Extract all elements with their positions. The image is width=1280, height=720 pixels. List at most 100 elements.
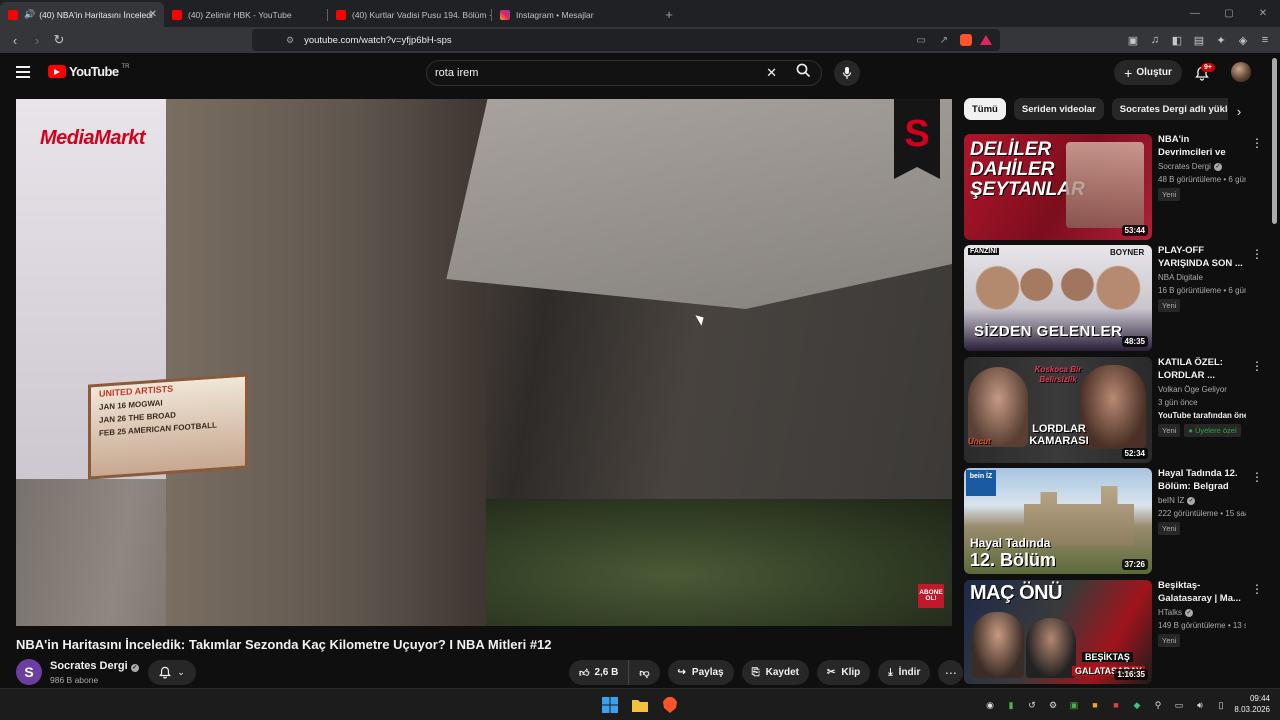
- sidebar-toggle-icon[interactable]: ▣: [1124, 29, 1142, 51]
- download-button[interactable]: ⤓ İndir: [878, 660, 931, 685]
- chevron-right-icon[interactable]: ›: [1230, 102, 1248, 120]
- system-clock[interactable]: 09:44 8.03.2026: [1226, 693, 1270, 715]
- search-icon[interactable]: [796, 63, 811, 83]
- browser-tab-active[interactable]: 🔊 (40) NBA'in Haritasını İnceledi ✕: [0, 2, 164, 27]
- share-icon: ↪: [677, 667, 686, 678]
- close-window-icon[interactable]: ✕: [1246, 0, 1280, 27]
- channel-name[interactable]: beIN İZ ✓: [1158, 496, 1246, 505]
- brave-rewards-icon[interactable]: [980, 35, 992, 45]
- tray-app-icon[interactable]: ◉: [982, 697, 998, 713]
- video-frame-awning: [446, 99, 952, 309]
- browser-tab[interactable]: (40) Zelimir HBK - YouTube: [164, 2, 328, 27]
- menu-icon[interactable]: ≡: [1256, 29, 1274, 51]
- video-title[interactable]: PLAY-OFF YARIŞINDA SON ...: [1158, 245, 1246, 270]
- video-thumbnail[interactable]: MAÇ ÖNÜ BEŞİKTAŞ GALATASARAY 1:16:35: [964, 580, 1152, 684]
- chip-all[interactable]: Tümü: [964, 98, 1006, 120]
- tray-app-icon[interactable]: ▮: [1003, 697, 1019, 713]
- channel-avatar[interactable]: S: [16, 659, 42, 685]
- channel-name[interactable]: HTalks ✓: [1158, 608, 1246, 617]
- new-badge: Yeni: [1158, 188, 1181, 201]
- channel-name[interactable]: Volkan Öge Geliyor: [1158, 385, 1246, 394]
- thumbnail-text: 12. Bölüm: [970, 550, 1057, 570]
- tray-app-icon[interactable]: ↺: [1024, 697, 1040, 713]
- youtube-logo[interactable]: YouTube TR: [48, 64, 129, 79]
- reload-icon[interactable]: ↻: [48, 29, 70, 51]
- video-thumbnail[interactable]: DELİLER DAHİLER ŞEYTANLAR 53:44: [964, 134, 1152, 240]
- channel-name-text: Socrates Dergi: [50, 660, 128, 672]
- video-title[interactable]: Hayal Tadında 12. Bölüm: Belgrad: [1158, 468, 1246, 493]
- channel-name[interactable]: Socrates Dergi ✓: [1158, 162, 1246, 171]
- recommended-video[interactable]: FANZİNİ BOYNER SİZDEN GELENLER 48:35 PLA…: [964, 245, 1264, 351]
- leo-ai-icon[interactable]: ✦: [1212, 29, 1230, 51]
- volume-icon[interactable]: 🔊︎: [1192, 697, 1208, 713]
- channel-name[interactable]: NBA Digitale: [1158, 273, 1246, 282]
- brave-shields-icon[interactable]: [960, 34, 972, 46]
- forward-icon[interactable]: ›: [26, 29, 48, 51]
- recommended-video[interactable]: DELİLER DAHİLER ŞEYTANLAR 53:44 NBA'in D…: [964, 134, 1264, 240]
- account-avatar[interactable]: [1231, 62, 1251, 82]
- browser-tab[interactable]: Instagram • Mesajlar: [492, 2, 656, 27]
- new-tab-button[interactable]: +: [656, 2, 682, 27]
- music-icon[interactable]: ♫: [1146, 29, 1164, 51]
- video-title[interactable]: KATILA ÖZEL: LORDLAR ...: [1158, 357, 1246, 382]
- more-vertical-icon[interactable]: ⋮: [1250, 359, 1264, 373]
- tray-app-icon[interactable]: ⚲: [1150, 697, 1166, 713]
- chip-uploader[interactable]: Socrates Dergi adlı yükleyici: [1111, 98, 1228, 120]
- more-vertical-icon[interactable]: ⋮: [1250, 582, 1264, 596]
- search-input[interactable]: [427, 67, 747, 79]
- save-button[interactable]: ⎘ Kaydet: [741, 660, 809, 685]
- create-button[interactable]: + Oluştur: [1114, 60, 1182, 85]
- video-thumbnail[interactable]: Koskoca Bir Belirsizlik LORDLAR KAMARASI…: [964, 357, 1152, 463]
- video-title[interactable]: NBA'in Devrimcileri ve İmza ...: [1158, 134, 1246, 159]
- video-thumbnail[interactable]: FANZİNİ BOYNER SİZDEN GELENLER 48:35: [964, 245, 1152, 351]
- chip-series[interactable]: Seriden videolar: [1013, 98, 1104, 120]
- close-tab-icon[interactable]: ✕: [149, 9, 157, 20]
- back-icon[interactable]: ‹: [4, 29, 26, 51]
- clear-search-icon[interactable]: ✕: [766, 65, 777, 81]
- subscribe-overlay-button[interactable]: ABONE OL!: [918, 584, 944, 608]
- dislike-button[interactable]: 👎︎: [629, 667, 659, 679]
- vpn-shield-icon[interactable]: ◈: [1234, 29, 1252, 51]
- network-icon[interactable]: ▭: [1171, 697, 1187, 713]
- channel-name[interactable]: Socrates Dergi ✓: [50, 660, 139, 672]
- more-vertical-icon[interactable]: ⋮: [1250, 470, 1264, 484]
- reader-icon[interactable]: ◧: [1168, 29, 1186, 51]
- site-info-icon[interactable]: ⚙: [286, 35, 294, 46]
- cast-icon[interactable]: ▭: [917, 35, 926, 46]
- page-scrollbar[interactable]: [1272, 58, 1277, 224]
- notification-count-badge: 9+: [1201, 63, 1215, 72]
- more-vertical-icon[interactable]: ⋮: [1250, 136, 1264, 150]
- subscribed-notifications-button[interactable]: ⌄: [148, 660, 196, 685]
- tray-app-icon[interactable]: ⚙: [1045, 697, 1061, 713]
- share-page-icon[interactable]: ↗: [940, 35, 948, 46]
- video-player[interactable]: UNITED ARTISTS JAN 16 MOGWAI JAN 26 THE …: [16, 99, 952, 626]
- video-title[interactable]: Beşiktaş-Galatasaray | Ma...: [1158, 580, 1246, 605]
- recommended-video[interactable]: MAÇ ÖNÜ BEŞİKTAŞ GALATASARAY 1:16:35 Beş…: [964, 580, 1264, 686]
- minimize-icon[interactable]: —: [1178, 0, 1212, 27]
- share-button[interactable]: ↪ Paylaş: [667, 660, 734, 685]
- more-actions-button[interactable]: ⋯: [938, 660, 964, 685]
- brave-browser-icon[interactable]: [660, 695, 680, 715]
- tray-app-icon[interactable]: ▣: [1066, 697, 1082, 713]
- wallet-icon[interactable]: ▤: [1190, 29, 1208, 51]
- address-bar[interactable]: ⚙ youtube.com/watch?v=yfjp6bH-sps ▭ ↗: [252, 29, 1000, 51]
- tray-app-icon[interactable]: ■: [1108, 697, 1124, 713]
- save-label: Kaydet: [765, 667, 799, 678]
- maximize-icon[interactable]: ▢: [1212, 0, 1246, 27]
- file-explorer-icon[interactable]: [630, 695, 650, 715]
- voice-search-button[interactable]: [834, 60, 860, 86]
- recommended-video[interactable]: Koskoca Bir Belirsizlik LORDLAR KAMARASI…: [964, 357, 1264, 463]
- windows-start-icon[interactable]: [600, 695, 620, 715]
- like-button[interactable]: 👍︎ 2,6 B: [569, 660, 630, 685]
- tray-app-icon[interactable]: ◆: [1129, 697, 1145, 713]
- clip-button[interactable]: ✂ Klip: [816, 660, 871, 685]
- recommended-video[interactable]: bein İZ Hayal Tadında 12. Bölüm 37:26 Ha…: [964, 468, 1264, 574]
- thumbnail-text: bein İZ: [966, 470, 996, 496]
- more-vertical-icon[interactable]: ⋮: [1250, 247, 1264, 261]
- like-count: 2,6 B: [594, 667, 619, 678]
- video-thumbnail[interactable]: bein İZ Hayal Tadında 12. Bölüm 37:26: [964, 468, 1152, 574]
- tray-app-icon[interactable]: ■: [1087, 697, 1103, 713]
- browser-tab[interactable]: (40) Kurtlar Vadisi Pusu 194. Bölüm ·: [328, 2, 492, 27]
- hamburger-menu-icon[interactable]: [16, 66, 30, 78]
- speaker-icon[interactable]: 🔊: [24, 9, 35, 20]
